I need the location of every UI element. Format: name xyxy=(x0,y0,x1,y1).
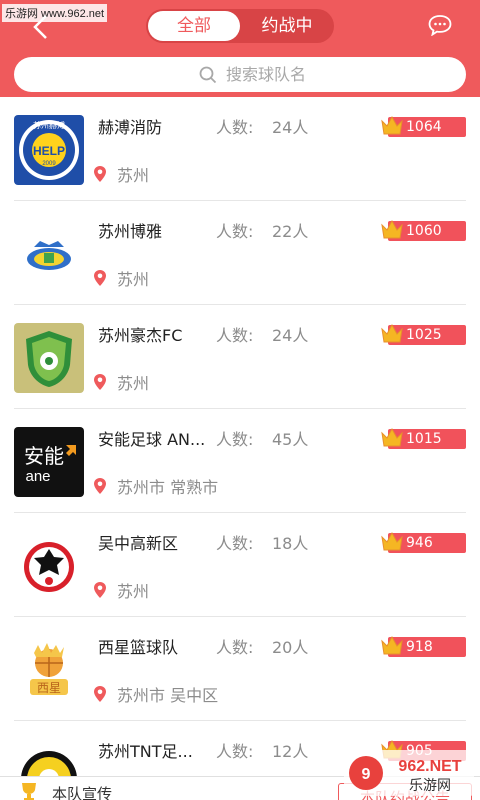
team-logo-ane: 安能 ane xyxy=(14,427,84,497)
location-pin-icon xyxy=(94,478,106,494)
team-row[interactable]: 苏州豪杰FC 人数: 24人 苏州 1025 xyxy=(0,305,480,409)
member-count-label: 人数: xyxy=(216,430,254,449)
svg-text:9: 9 xyxy=(362,766,371,783)
crown-icon xyxy=(381,115,403,135)
member-count-value: 24人 xyxy=(272,326,309,345)
member-count-value: 24人 xyxy=(272,118,309,137)
team-row[interactable]: 苏州博雅 人数: 22人 苏州 1060 xyxy=(0,201,480,305)
search-icon xyxy=(199,66,217,84)
team-row[interactable]: 西星 西星篮球队 人数: 20人 苏州市 吴中区 918 xyxy=(0,617,480,721)
brand-line2: 乐游网 xyxy=(409,778,451,794)
score-badge: 1015 xyxy=(380,427,466,449)
member-count-label: 人数: xyxy=(216,534,254,553)
team-logo-boya xyxy=(14,219,84,289)
tab-switcher: 全部 约战中 xyxy=(146,9,334,43)
logo-help-mid-text: HELP xyxy=(33,144,65,158)
crown-icon xyxy=(381,219,403,239)
team-location: 苏州市 吴中区 xyxy=(117,686,219,705)
team-location: 苏州市 常熟市 xyxy=(117,478,219,497)
member-count-label: 人数: xyxy=(216,638,254,657)
team-location: 苏州 xyxy=(117,374,150,393)
team-name: 安能足球 AN... xyxy=(98,430,206,449)
team-row[interactable]: 苏州赫溥 HELP 2009 赫溥消防 人数: 24人 苏州 1064 xyxy=(0,97,480,201)
location-pin-icon xyxy=(94,270,106,286)
top-bar: 乐游网 www.962.net 全部 约战中 搜索球队名 xyxy=(0,0,480,97)
team-name: 赫溥消防 xyxy=(98,118,163,137)
brand-line1: 962.NET xyxy=(398,758,461,775)
member-count-value: 12人 xyxy=(272,742,309,761)
score-value: 918 xyxy=(406,639,433,655)
location-pin-icon xyxy=(94,686,106,702)
team-location: 苏州 xyxy=(117,270,150,289)
team-list-page: 乐游网 www.962.net 全部 约战中 搜索球队名 苏州赫溥 HELP 2… xyxy=(0,0,480,800)
score-value: 1015 xyxy=(406,431,442,447)
crown-icon xyxy=(381,323,403,343)
back-arrow-icon[interactable] xyxy=(26,12,56,42)
team-promo-label[interactable]: 本队宣传 xyxy=(52,783,112,800)
crown-icon xyxy=(381,427,403,447)
brand-watermark-logo: 9 962.NET 乐游网 xyxy=(344,750,474,796)
member-count-label: 人数: xyxy=(216,222,254,241)
location-pin-icon xyxy=(94,582,106,598)
score-badge: 1025 xyxy=(380,323,466,345)
member-count-value: 22人 xyxy=(272,222,309,241)
team-row[interactable]: 安能 ane 安能足球 AN... 人数: 45人 苏州市 常熟市 1015 xyxy=(0,409,480,513)
team-logo-xixing: 西星 xyxy=(14,635,84,705)
team-row[interactable]: 吴中高新区 人数: 18人 苏州 946 xyxy=(0,513,480,617)
tab-all[interactable]: 全部 xyxy=(148,11,240,41)
logo-xixing-text: 西星 xyxy=(37,681,61,695)
crown-icon xyxy=(381,531,403,551)
score-value: 1025 xyxy=(406,327,442,343)
team-logo-haojie xyxy=(14,323,84,393)
location-pin-icon xyxy=(94,374,106,390)
team-name: 苏州豪杰FC xyxy=(98,326,183,345)
score-value: 946 xyxy=(406,535,433,551)
logo-ane-en-text: ane xyxy=(25,468,50,485)
team-logo-help: 苏州赫溥 HELP 2009 xyxy=(14,115,84,185)
member-count-label: 人数: xyxy=(216,118,254,137)
score-badge: 1060 xyxy=(380,219,466,241)
trophy-icon xyxy=(22,783,36,800)
team-name: 吴中高新区 xyxy=(98,534,179,553)
logo-ane-cn-text: 安能 xyxy=(24,444,64,468)
member-count-value: 20人 xyxy=(272,638,309,657)
chat-bubble-icon[interactable] xyxy=(428,14,452,36)
team-location: 苏州 xyxy=(117,582,150,601)
score-badge: 946 xyxy=(380,531,466,553)
crown-icon xyxy=(381,635,403,655)
location-pin-icon xyxy=(94,166,106,182)
score-badge: 1064 xyxy=(380,115,466,137)
search-placeholder: 搜索球队名 xyxy=(226,65,307,84)
score-value: 1064 xyxy=(406,119,442,135)
team-name: 苏州TNT足... xyxy=(98,742,193,761)
logo-help-top-text: 苏州赫溥 xyxy=(33,120,65,130)
score-badge: 918 xyxy=(380,635,466,657)
team-list: 苏州赫溥 HELP 2009 赫溥消防 人数: 24人 苏州 1064 苏州博雅… xyxy=(0,97,480,800)
tab-battle[interactable]: 约战中 xyxy=(242,11,332,41)
score-value: 1060 xyxy=(406,223,442,239)
member-count-label: 人数: xyxy=(216,742,254,761)
logo-help-year-text: 2009 xyxy=(42,161,56,167)
team-logo-wuzhong xyxy=(14,531,84,601)
team-location: 苏州 xyxy=(117,166,150,185)
team-name: 苏州博雅 xyxy=(98,222,163,241)
member-count-value: 18人 xyxy=(272,534,309,553)
search-input[interactable]: 搜索球队名 xyxy=(14,57,466,92)
member-count-label: 人数: xyxy=(216,326,254,345)
team-name: 西星篮球队 xyxy=(98,638,179,657)
member-count-value: 45人 xyxy=(272,430,309,449)
